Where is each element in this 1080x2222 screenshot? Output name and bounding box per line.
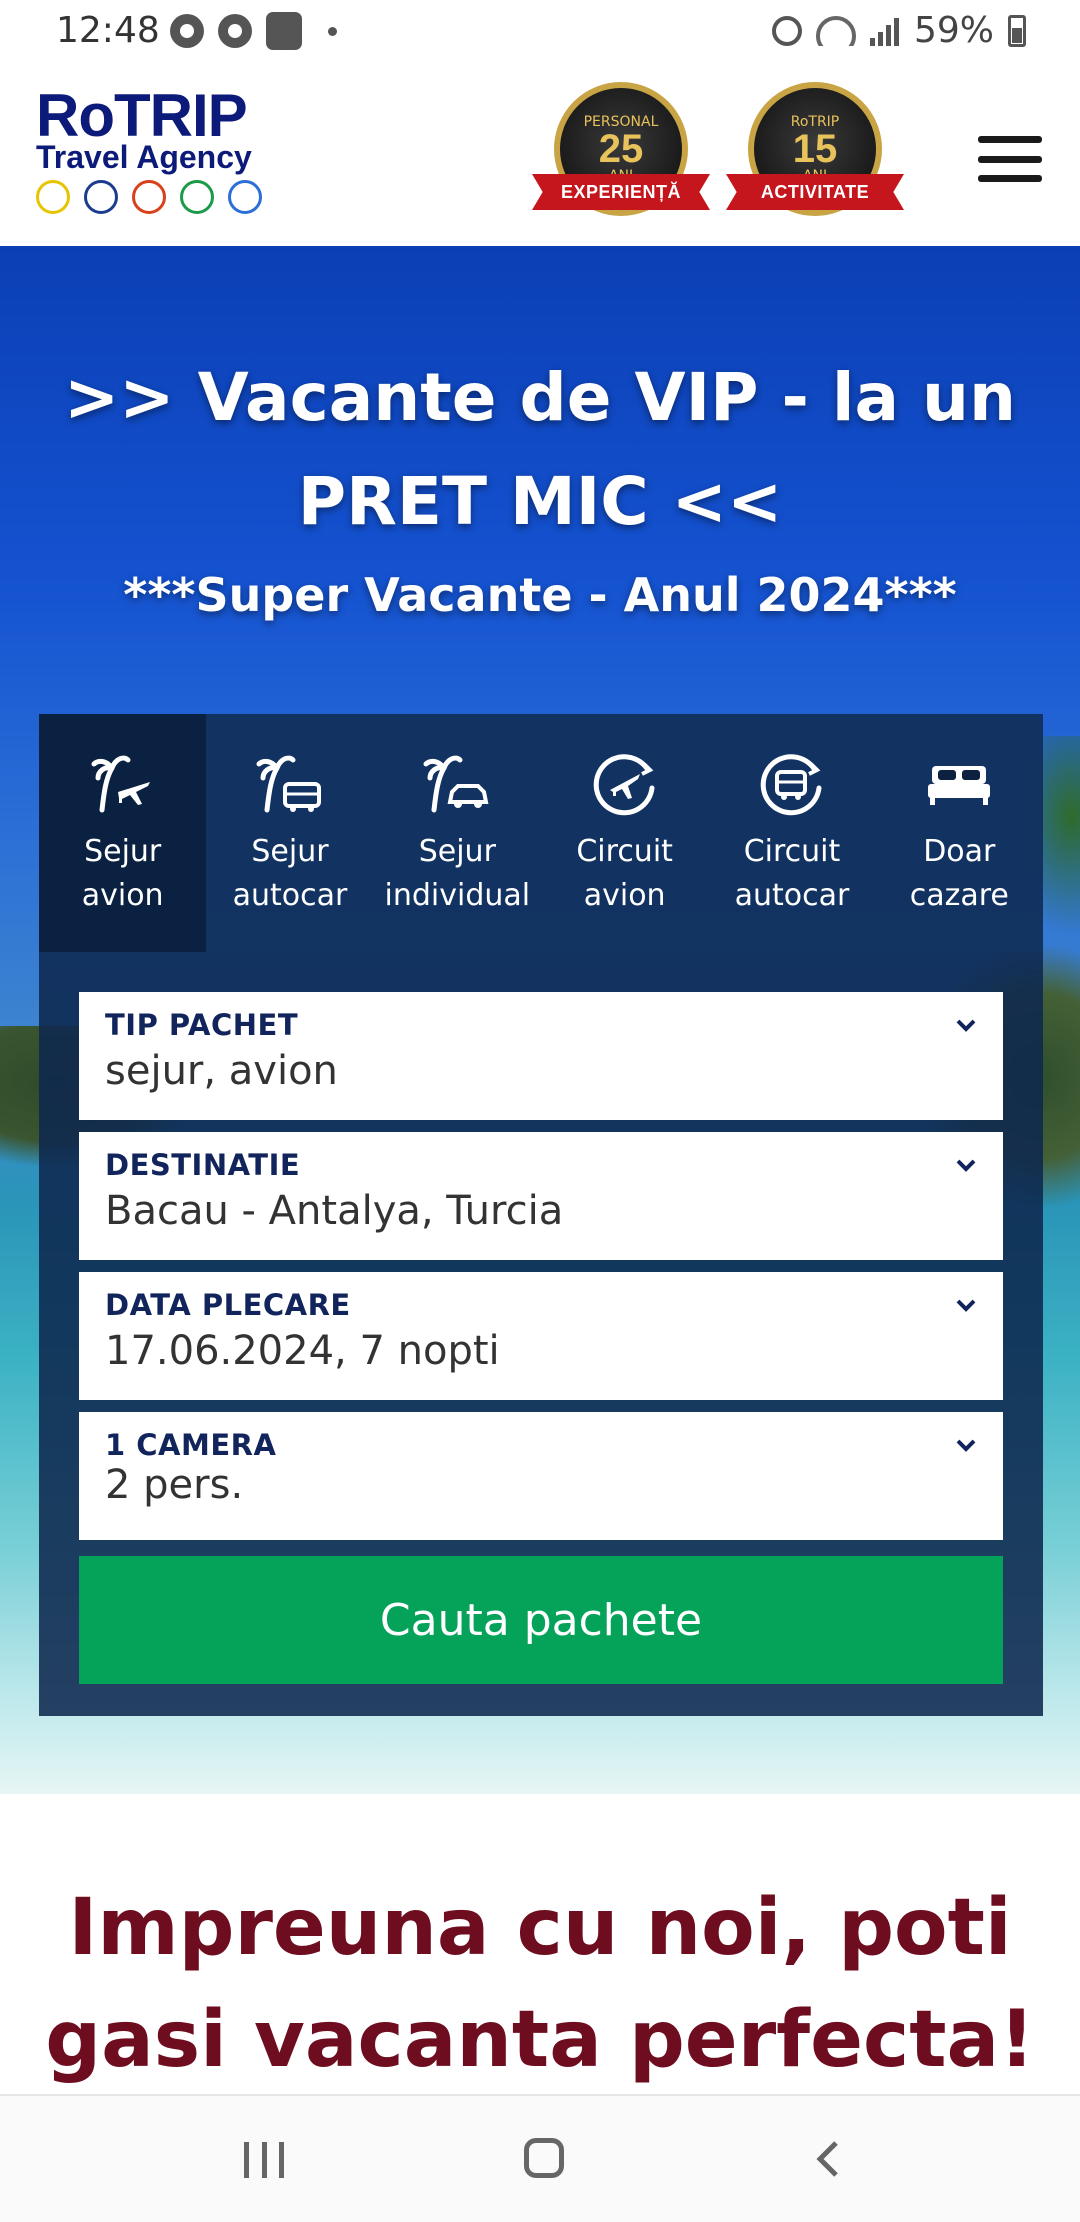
hero-banner: >> Vacante de VIP - la un PRET MIC << **… [0, 246, 1080, 1794]
field-value: Bacau - Antalya, Turcia [105, 1188, 564, 1234]
tab-label: Circuit autocar [734, 834, 850, 913]
home-icon[interactable] [524, 2138, 564, 2178]
system-nav-bar [0, 2094, 1080, 2222]
site-header: RoTRIP Travel Agency PERSONAL 25 ANI EXP… [0, 64, 1080, 246]
palm-car-icon [423, 755, 489, 813]
bed-icon [928, 766, 991, 805]
hamburger-menu-icon[interactable] [978, 136, 1042, 182]
hero-title: >> Vacante de VIP - la un PRET MIC << [64, 359, 1016, 540]
status-icons-right: 59% [771, 10, 1026, 51]
status-time: 12:48 [56, 10, 160, 51]
field-label: TIP PACHET [105, 1008, 299, 1042]
circuit-plane-icon [593, 754, 655, 816]
plane-icon [84, 180, 118, 214]
destination-select[interactable]: DESTINATIE Bacau - Antalya, Turcia [79, 1132, 1003, 1260]
search-tabs: Sejur avion Sejur autocar Sejur individu… [39, 714, 1043, 952]
chevron-down-icon [956, 1439, 976, 1452]
chevron-down-icon [956, 1299, 976, 1312]
field-label: DATA PLECARE [105, 1288, 351, 1322]
logo-service-icons [36, 180, 306, 214]
package-type-select[interactable]: TIP PACHET sejur, avion [79, 992, 1003, 1120]
field-label: DESTINATIE [105, 1148, 301, 1182]
field-value: 17.06.2024, 7 nopti [105, 1328, 500, 1374]
tab-circuit-autocar[interactable]: Circuit autocar [708, 714, 875, 952]
app-plus-icon [266, 12, 302, 50]
tab-sejur-autocar[interactable]: Sejur autocar [206, 714, 373, 952]
tab-circuit-avion[interactable]: Circuit avion [541, 714, 708, 952]
logo-subtitle: Travel Agency [36, 139, 252, 175]
notification-dot-icon [328, 26, 337, 36]
activity-badge: RoTRIP 15 ANI ACTIVITATE [726, 82, 904, 240]
tab-sejur-avion[interactable]: Sejur avion [39, 714, 207, 952]
search-box: Sejur avion Sejur autocar Sejur individu… [39, 714, 1043, 1716]
field-label: 1 CAMERA [105, 1428, 277, 1462]
tab-label: Sejur individual [384, 834, 531, 913]
tab-sejur-individual[interactable]: Sejur individual [374, 714, 541, 952]
chevron-down-icon [956, 1019, 976, 1032]
lighthouse-icon [36, 180, 70, 214]
badge-number: 25 [598, 127, 644, 171]
experience-badge: PERSONAL 25 ANI EXPERIENȚĂ [532, 82, 710, 240]
search-packages-button[interactable]: Cauta pachete [79, 1556, 1003, 1684]
hero-subtitle: ***Super Vacante - Anul 2024*** [123, 568, 957, 622]
tab-label: Doar cazare [909, 834, 1009, 913]
tab-label: Sejur autocar [232, 834, 348, 913]
battery-percent: 59% [913, 10, 994, 51]
battery-icon [1008, 14, 1026, 47]
badge-ribbon: ACTIVITATE [726, 174, 904, 210]
back-icon[interactable] [812, 2140, 842, 2178]
palm-bus-icon [256, 755, 321, 813]
badge-ribbon: EXPERIENȚĂ [532, 174, 710, 210]
recents-icon[interactable] [244, 2142, 284, 2178]
rooms-select[interactable]: 1 CAMERA 2 pers. [79, 1412, 1003, 1540]
wifi-icon [815, 15, 856, 46]
departure-date-select[interactable]: DATA PLECARE 17.06.2024, 7 nopti [79, 1272, 1003, 1400]
promo-heading: Impreuna cu noi, poti gasi vacanta perfe… [45, 1883, 1035, 2085]
logo-word: RoTRIP [36, 82, 248, 149]
palm-plane-icon [91, 755, 150, 813]
chrome-icon [170, 14, 204, 48]
chrome-icon [218, 14, 252, 48]
signal-icon [869, 16, 900, 46]
badge-number: 15 [792, 127, 838, 171]
tab-label: Circuit avion [576, 834, 673, 913]
logo[interactable]: RoTRIP Travel Agency [36, 82, 306, 228]
palm-icon [180, 180, 214, 214]
circuit-bus-icon [760, 754, 822, 816]
field-value: 2 pers. [105, 1462, 244, 1508]
car-rent-icon [228, 180, 262, 214]
tab-doar-cazare[interactable]: Doar cazare [876, 714, 1043, 952]
status-bar: 12:48 59% [0, 0, 1080, 64]
field-value: sejur, avion [105, 1048, 338, 1094]
compass-icon [132, 180, 166, 214]
status-icons-left [170, 12, 337, 50]
chevron-down-icon [956, 1159, 976, 1172]
alarm-icon [771, 15, 802, 46]
tab-label: Sejur avion [81, 834, 164, 913]
